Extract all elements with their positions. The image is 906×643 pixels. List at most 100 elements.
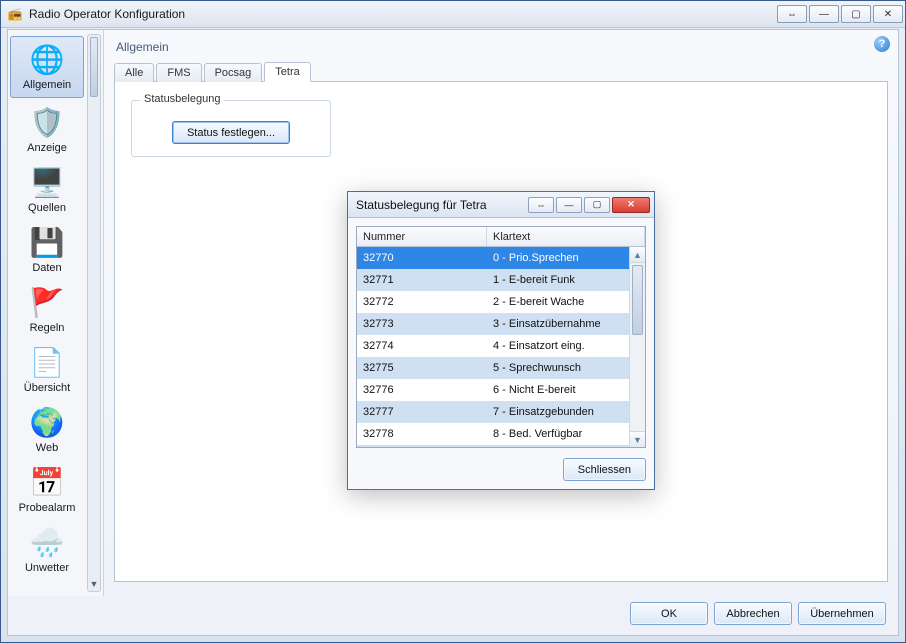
- sidebar-item-anzeige[interactable]: 🛡️ Anzeige: [8, 100, 86, 160]
- close-button[interactable]: ✕: [873, 5, 903, 23]
- dialog-close-button[interactable]: ✕: [612, 197, 650, 213]
- table-row[interactable]: 327799 - Fremdanmeldung: [357, 445, 629, 447]
- groupbox-title: Statusbelegung: [140, 93, 224, 105]
- floppy-icon: 💾: [29, 224, 65, 260]
- cell-klartext: 3 - Einsatzübernahme: [487, 318, 629, 330]
- sidebar-item-label: Quellen: [28, 202, 66, 214]
- tabstrip: Alle FMS Pocsag Tetra: [114, 60, 888, 82]
- app-icon: 📻: [7, 6, 23, 22]
- cell-nummer: 32774: [357, 340, 487, 352]
- table-row[interactable]: 327766 - Nicht E-bereit: [357, 379, 629, 401]
- help-icon[interactable]: ?: [874, 36, 890, 52]
- sidebar-item-label: Anzeige: [27, 142, 67, 154]
- col-nummer[interactable]: Nummer: [357, 227, 487, 246]
- sidebar-item-label: Daten: [32, 262, 61, 274]
- cell-klartext: 6 - Nicht E-bereit: [487, 384, 629, 396]
- col-klartext[interactable]: Klartext: [487, 227, 645, 246]
- dialog-maximize-button[interactable]: ▢: [584, 197, 610, 213]
- dialog-minimize-button[interactable]: —: [556, 197, 582, 213]
- document-icon: 📄: [29, 344, 65, 380]
- dialog-actions: Schliessen: [356, 448, 646, 481]
- grid-rows: 327700 - Prio.Sprechen327711 - E-bereit …: [357, 247, 629, 447]
- dialog-close-action-button[interactable]: Schliessen: [563, 458, 646, 481]
- sidebar-item-label: Unwetter: [25, 562, 69, 574]
- table-row[interactable]: 327777 - Einsatzgebunden: [357, 401, 629, 423]
- tab-pocsag[interactable]: Pocsag: [204, 63, 263, 82]
- apply-button[interactable]: Übernehmen: [798, 602, 886, 625]
- set-status-button[interactable]: Status festlegen...: [172, 121, 290, 144]
- sidebar-item-uebersicht[interactable]: 📄 Übersicht: [8, 340, 86, 400]
- cell-klartext: 4 - Einsatzort eing.: [487, 340, 629, 352]
- table-row[interactable]: 327722 - E-bereit Wache: [357, 291, 629, 313]
- sidebar-item-label: Allgemein: [23, 79, 71, 91]
- titlebar-buttons: ⇔ — ▢ ✕: [775, 5, 903, 23]
- calendar-icon: 📅: [29, 464, 65, 500]
- scroll-down-icon[interactable]: ▼: [630, 431, 645, 447]
- grid-body: 327700 - Prio.Sprechen327711 - E-bereit …: [357, 247, 645, 447]
- cell-nummer: 32775: [357, 362, 487, 374]
- shield-icon: 🛡️: [29, 104, 65, 140]
- scroll-thumb[interactable]: [632, 265, 643, 335]
- status-grid: Nummer Klartext 327700 - Prio.Sprechen32…: [356, 226, 646, 448]
- sidebar-items: 🌐 Allgemein 🛡️ Anzeige 🖥️ Quellen 💾 Date…: [8, 34, 86, 580]
- earth-icon: 🌍: [29, 404, 65, 440]
- dialog-titlebar: Statusbelegung für Tetra ⇔ — ▢ ✕: [348, 192, 654, 218]
- window-title: Radio Operator Konfiguration: [29, 7, 775, 21]
- table-row[interactable]: 327700 - Prio.Sprechen: [357, 247, 629, 269]
- table-row[interactable]: 327755 - Sprechwunsch: [357, 357, 629, 379]
- table-row[interactable]: 327711 - E-bereit Funk: [357, 269, 629, 291]
- footer-buttons: OK Abbrechen Übernehmen: [8, 596, 898, 635]
- scroll-down-icon[interactable]: ▼: [90, 577, 98, 591]
- sidebar-scrollbar[interactable]: ▲ ▼: [87, 34, 101, 592]
- section-title: Allgemein: [114, 38, 888, 60]
- cell-nummer: 32776: [357, 384, 487, 396]
- cancel-button[interactable]: Abbrechen: [714, 602, 792, 625]
- sidebar: 🌐 Allgemein 🛡️ Anzeige 🖥️ Quellen 💾 Date…: [8, 30, 104, 596]
- sidebar-item-web[interactable]: 🌍 Web: [8, 400, 86, 460]
- scroll-up-icon[interactable]: ▲: [630, 247, 645, 263]
- table-row[interactable]: 327788 - Bed. Verfügbar: [357, 423, 629, 445]
- resize-arrows-button[interactable]: ⇔: [777, 5, 807, 23]
- cell-klartext: 5 - Sprechwunsch: [487, 362, 629, 374]
- groupbox-statusbelegung: Statusbelegung Status festlegen...: [131, 100, 331, 157]
- sidebar-item-daten[interactable]: 💾 Daten: [8, 220, 86, 280]
- cell-klartext: 2 - E-bereit Wache: [487, 296, 629, 308]
- cell-nummer: 32773: [357, 318, 487, 330]
- sidebar-item-label: Web: [36, 442, 58, 454]
- sidebar-item-probealarm[interactable]: 📅 Probealarm: [8, 460, 86, 520]
- dialog-title: Statusbelegung für Tetra: [356, 198, 528, 212]
- cell-nummer: 32772: [357, 296, 487, 308]
- globe-icon: 🌐: [29, 41, 65, 77]
- sidebar-item-label: Probealarm: [19, 502, 76, 514]
- cell-klartext: 7 - Einsatzgebunden: [487, 406, 629, 418]
- minimize-button[interactable]: —: [809, 5, 839, 23]
- table-row[interactable]: 327744 - Einsatzort eing.: [357, 335, 629, 357]
- maximize-button[interactable]: ▢: [841, 5, 871, 23]
- titlebar: 📻 Radio Operator Konfiguration ⇔ — ▢ ✕: [1, 1, 905, 28]
- sidebar-item-allgemein[interactable]: 🌐 Allgemein: [10, 36, 84, 98]
- table-row[interactable]: 327733 - Einsatzübernahme: [357, 313, 629, 335]
- cell-nummer: 32777: [357, 406, 487, 418]
- cell-klartext: 0 - Prio.Sprechen: [487, 252, 629, 264]
- dialog-resize-button[interactable]: ⇔: [528, 197, 554, 213]
- dialog-body: Nummer Klartext 327700 - Prio.Sprechen32…: [348, 218, 654, 489]
- ok-button[interactable]: OK: [630, 602, 708, 625]
- sidebar-item-regeln[interactable]: 🚩 Regeln: [8, 280, 86, 340]
- grid-scrollbar[interactable]: ▲ ▼: [629, 247, 645, 447]
- tab-tetra[interactable]: Tetra: [264, 62, 310, 82]
- monitor-icon: 🖥️: [29, 164, 65, 200]
- tab-fms[interactable]: FMS: [156, 63, 201, 82]
- main-window: 📻 Radio Operator Konfiguration ⇔ — ▢ ✕ 🌐…: [0, 0, 906, 643]
- cell-nummer: 32771: [357, 274, 487, 286]
- tab-alle[interactable]: Alle: [114, 63, 154, 82]
- cell-nummer: 32770: [357, 252, 487, 264]
- cell-nummer: 32778: [357, 428, 487, 440]
- cell-klartext: 8 - Bed. Verfügbar: [487, 428, 629, 440]
- sidebar-item-unwetter[interactable]: 🌧️ Unwetter: [8, 520, 86, 580]
- scroll-thumb[interactable]: [90, 37, 98, 97]
- cloud-rain-icon: 🌧️: [29, 524, 65, 560]
- sidebar-item-label: Übersicht: [24, 382, 70, 394]
- dialog-titlebar-buttons: ⇔ — ▢ ✕: [528, 197, 654, 213]
- sidebar-item-quellen[interactable]: 🖥️ Quellen: [8, 160, 86, 220]
- sidebar-item-label: Regeln: [30, 322, 65, 334]
